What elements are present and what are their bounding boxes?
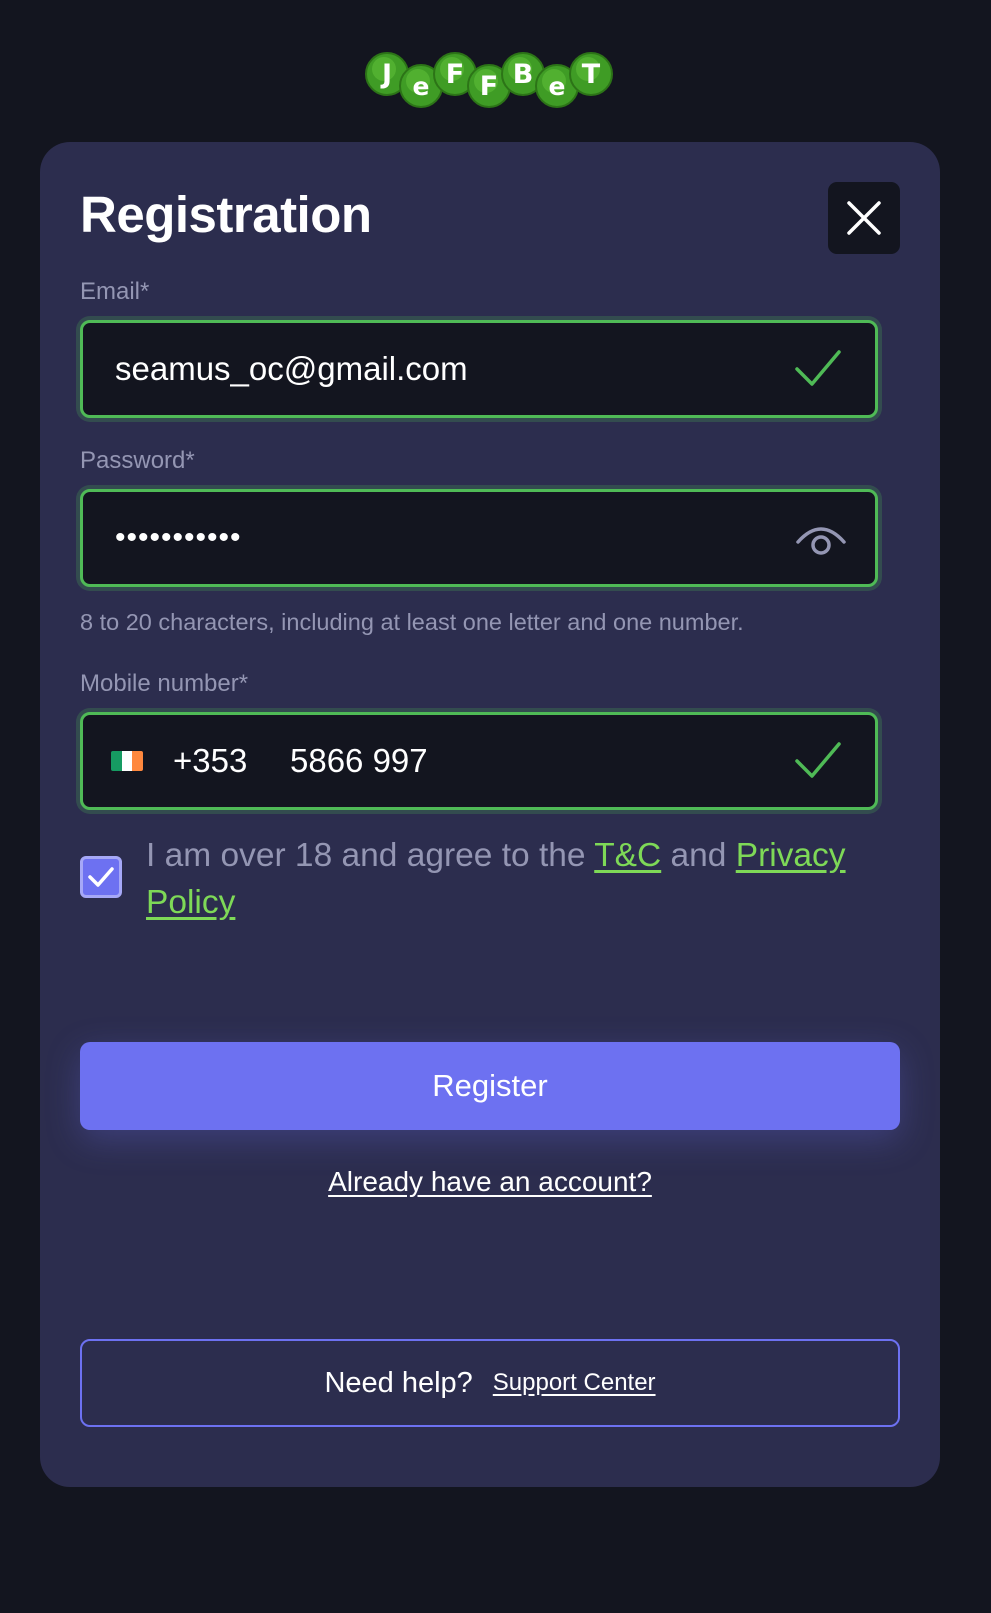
help-box: Need help? Support Center xyxy=(80,1339,900,1427)
logo-letter: B xyxy=(513,59,534,90)
logo-graphic: J e F F B e T xyxy=(365,52,613,108)
jeffbet-logo[interactable]: J e F F B e T xyxy=(363,50,617,112)
registration-page: J e F F B e T Registration Email* seamus… xyxy=(0,0,991,1613)
check-icon xyxy=(795,350,841,386)
register-button[interactable]: Register xyxy=(80,1042,900,1130)
phone-number-value: 5866 997 xyxy=(290,742,428,779)
checkmark-icon xyxy=(88,867,114,887)
support-center-link[interactable]: Support Center xyxy=(493,1369,656,1397)
mobile-field[interactable]: +353 5866 997 xyxy=(80,712,878,810)
consent-text-middle: and xyxy=(661,837,736,874)
page-title: Registration xyxy=(80,186,372,243)
password-hint: 8 to 20 characters, including at least o… xyxy=(80,609,744,635)
consent-text-before: I am over 18 and agree to the xyxy=(146,837,595,874)
logo-letter: e xyxy=(413,72,430,101)
check-icon xyxy=(795,742,841,778)
terms-link[interactable]: T&C xyxy=(594,837,661,874)
logo-letter: J xyxy=(380,59,392,90)
logo-letter: F xyxy=(446,59,464,90)
email-field[interactable]: seamus_oc@gmail.com xyxy=(80,320,878,418)
mobile-label: Mobile number* xyxy=(80,670,249,697)
eye-icon[interactable] xyxy=(795,520,847,556)
logo-letter: e xyxy=(549,72,566,101)
email-label: Email* xyxy=(80,278,150,305)
password-field[interactable]: ••••••••••• xyxy=(80,489,878,587)
email-value: seamus_oc@gmail.com xyxy=(115,350,468,387)
logo-letter: T xyxy=(582,59,601,90)
login-link-row: Already have an account? xyxy=(40,1166,940,1198)
ireland-flag-icon[interactable] xyxy=(111,751,143,771)
already-have-account-link[interactable]: Already have an account? xyxy=(328,1166,652,1197)
close-button[interactable] xyxy=(828,182,900,254)
registration-card: Registration Email* seamus_oc@gmail.com … xyxy=(40,142,940,1487)
consent-text: I am over 18 and agree to the T&C and Pr… xyxy=(146,832,886,926)
password-value: ••••••••••• xyxy=(115,521,242,554)
dial-code[interactable]: +353 xyxy=(173,715,247,807)
close-icon xyxy=(847,201,881,235)
consent-checkbox[interactable] xyxy=(80,856,122,898)
password-label: Password* xyxy=(80,447,195,474)
logo-letter: F xyxy=(480,71,498,102)
need-help-text: Need help? xyxy=(324,1366,473,1399)
